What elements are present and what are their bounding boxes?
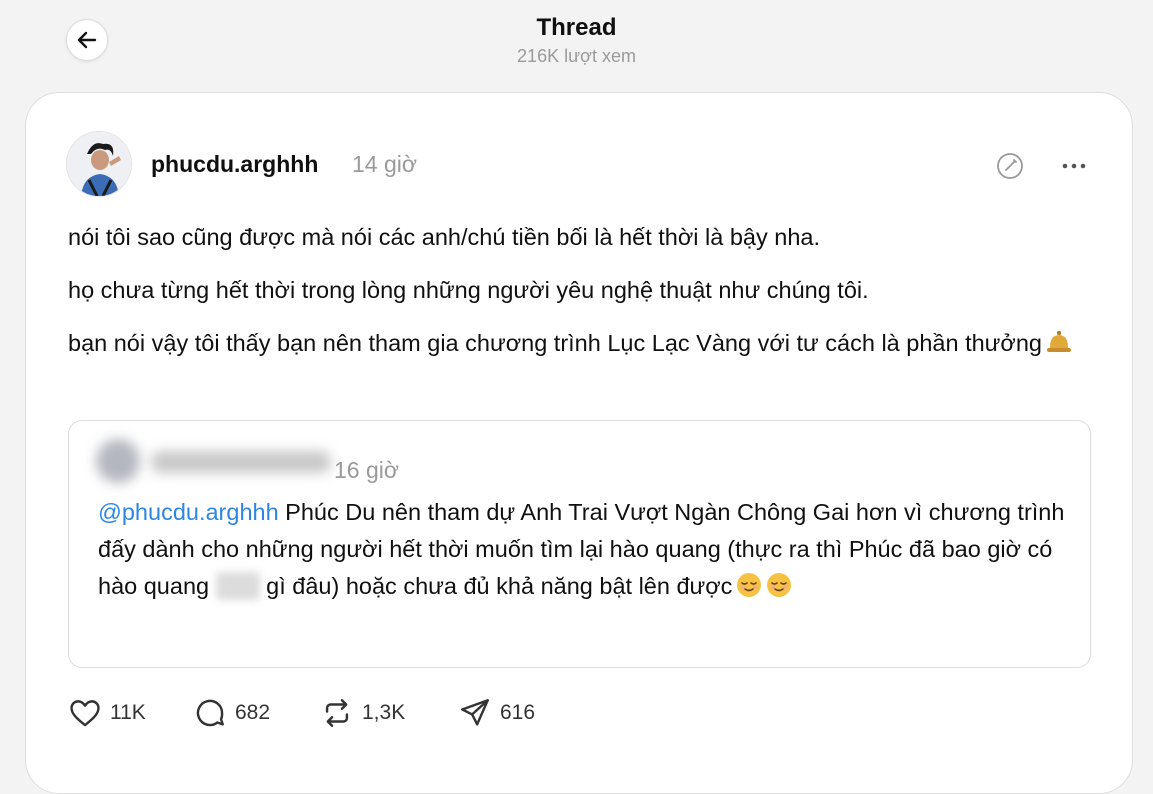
comment-icon <box>196 699 224 727</box>
censored-word <box>215 572 260 600</box>
post-paragraph-text: bạn nói vậy tôi thấy bạn nên tham gia ch… <box>68 330 1042 356</box>
repost-count: 1,3K <box>362 701 406 724</box>
repost-icon <box>325 699 349 727</box>
avatar[interactable] <box>66 131 132 197</box>
comment-count: 682 <box>235 701 271 724</box>
quoted-text-part: gì đâu) hoặc chưa đủ khả năng bật lên đư… <box>259 573 733 599</box>
thread-card: phucdu.arghhh 14 giờ nói tôi sao cũng đư… <box>25 92 1133 794</box>
mention-link[interactable]: @phucdu.arghhh <box>98 499 279 525</box>
relieved-face-emoji <box>736 572 762 609</box>
post-paragraph: họ chưa từng hết thời trong lòng những n… <box>68 277 869 303</box>
post-paragraph: bạn nói vậy tôi thấy bạn nên tham gia ch… <box>68 324 1078 365</box>
quoted-username-blurred <box>151 451 331 473</box>
relieved-face-emoji <box>766 572 792 609</box>
quoted-avatar-blurred <box>96 439 140 483</box>
edit-icon[interactable] <box>995 151 1025 181</box>
bell-emoji <box>1046 327 1072 365</box>
quoted-post[interactable]: 16 giờ @phucdu.arghhh Phúc Du nên tham d… <box>68 420 1091 668</box>
post-time: 14 giờ <box>352 151 417 177</box>
username[interactable]: phucdu.arghhh <box>151 151 318 178</box>
comment-button[interactable]: 682 <box>193 693 270 733</box>
quoted-post-body: @phucdu.arghhh Phúc Du nên tham dự Anh T… <box>98 494 1078 609</box>
quoted-post-time: 16 giờ <box>334 457 399 483</box>
top-bar: Thread 216K lượt xem <box>0 0 1153 92</box>
like-button[interactable]: 11K <box>68 693 146 733</box>
post-body: nói tôi sao cũng được mà nói các anh/chú… <box>68 218 1078 380</box>
share-button[interactable]: 616 <box>458 693 535 733</box>
like-count: 11K <box>110 701 146 724</box>
view-count: 216K lượt xem <box>517 46 636 66</box>
page-title: Thread <box>536 14 617 41</box>
send-icon <box>461 699 489 726</box>
repost-button[interactable]: 1,3K <box>320 693 405 733</box>
heart-icon <box>70 700 100 727</box>
post-paragraph: nói tôi sao cũng được mà nói các anh/chú… <box>68 224 821 250</box>
share-count: 616 <box>500 701 536 724</box>
more-icon[interactable] <box>1059 151 1089 181</box>
avatar-image <box>67 132 131 196</box>
